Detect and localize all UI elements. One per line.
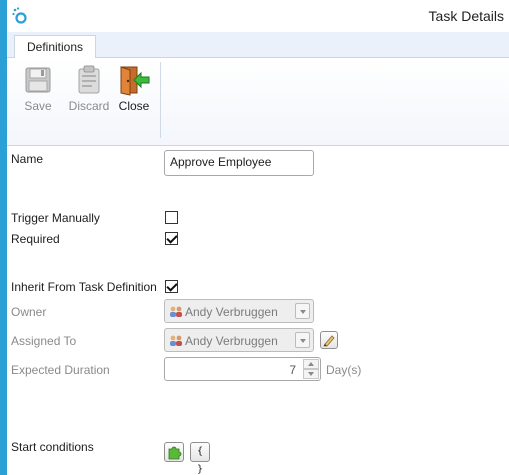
inherit-checkbox[interactable] — [165, 280, 178, 293]
trigger-manually-checkbox[interactable] — [165, 211, 178, 224]
person-icon — [170, 335, 182, 346]
name-input[interactable]: Approve Employee — [164, 150, 314, 176]
clipboard-icon — [78, 65, 100, 94]
close-button[interactable]: Close — [112, 64, 156, 118]
discard-button-label: Discard — [68, 99, 110, 113]
duration-unit: Day(s) — [326, 363, 362, 377]
assigned-to-dropdown-chevron-icon[interactable] — [295, 332, 310, 348]
app-logo-icon — [12, 7, 27, 24]
owner-dropdown-chevron-icon[interactable] — [295, 303, 310, 319]
required-label: Required — [11, 232, 60, 246]
ribbon-tab-strip: Definitions — [7, 32, 509, 59]
floppy-disk-icon — [25, 67, 51, 93]
start-conditions-label: Start conditions — [11, 440, 94, 454]
assigned-to-select[interactable]: Andy Verbruggen — [164, 328, 314, 352]
door-exit-icon — [120, 66, 150, 96]
decrement-arrow-icon[interactable] — [303, 369, 319, 379]
required-checkbox[interactable] — [165, 232, 178, 245]
tab-definitions[interactable]: Definitions — [14, 35, 97, 59]
duration-spinner[interactable]: 7 — [164, 357, 321, 381]
left-accent-bar — [0, 0, 7, 475]
duration-value: 7 — [289, 363, 296, 377]
title-bar: Task Details — [7, 0, 509, 32]
increment-arrow-icon[interactable] — [303, 359, 319, 369]
assigned-to-label: Assigned To — [11, 334, 77, 348]
script-condition-button[interactable]: { } — [190, 442, 210, 475]
add-start-condition-button[interactable] — [164, 442, 184, 462]
ribbon-toolbar: Save Discard Close — [7, 58, 509, 146]
name-label: Name — [11, 152, 44, 166]
puzzle-icon — [168, 446, 182, 460]
window-title: Task Details — [428, 8, 504, 24]
owner-label: Owner — [11, 305, 47, 319]
person-icon — [170, 306, 182, 317]
inherit-label: Inherit From Task Definition — [11, 280, 157, 294]
trigger-manually-label: Trigger Manually — [11, 211, 100, 225]
edit-assignee-button[interactable] — [320, 331, 338, 349]
close-button-label: Close — [118, 99, 150, 113]
owner-select[interactable]: Andy Verbruggen — [164, 299, 314, 323]
ribbon-separator — [160, 62, 161, 138]
task-details-form: Name Approve Employee Trigger Manually R… — [7, 146, 509, 475]
save-button-label: Save — [24, 99, 52, 113]
pencil-icon — [323, 335, 335, 347]
owner-value: Andy Verbruggen — [185, 305, 278, 319]
expected-duration-label: Expected Duration — [11, 363, 110, 377]
assigned-to-value: Andy Verbruggen — [185, 334, 278, 348]
discard-button[interactable]: Discard — [64, 64, 114, 118]
save-button[interactable]: Save — [16, 64, 60, 118]
